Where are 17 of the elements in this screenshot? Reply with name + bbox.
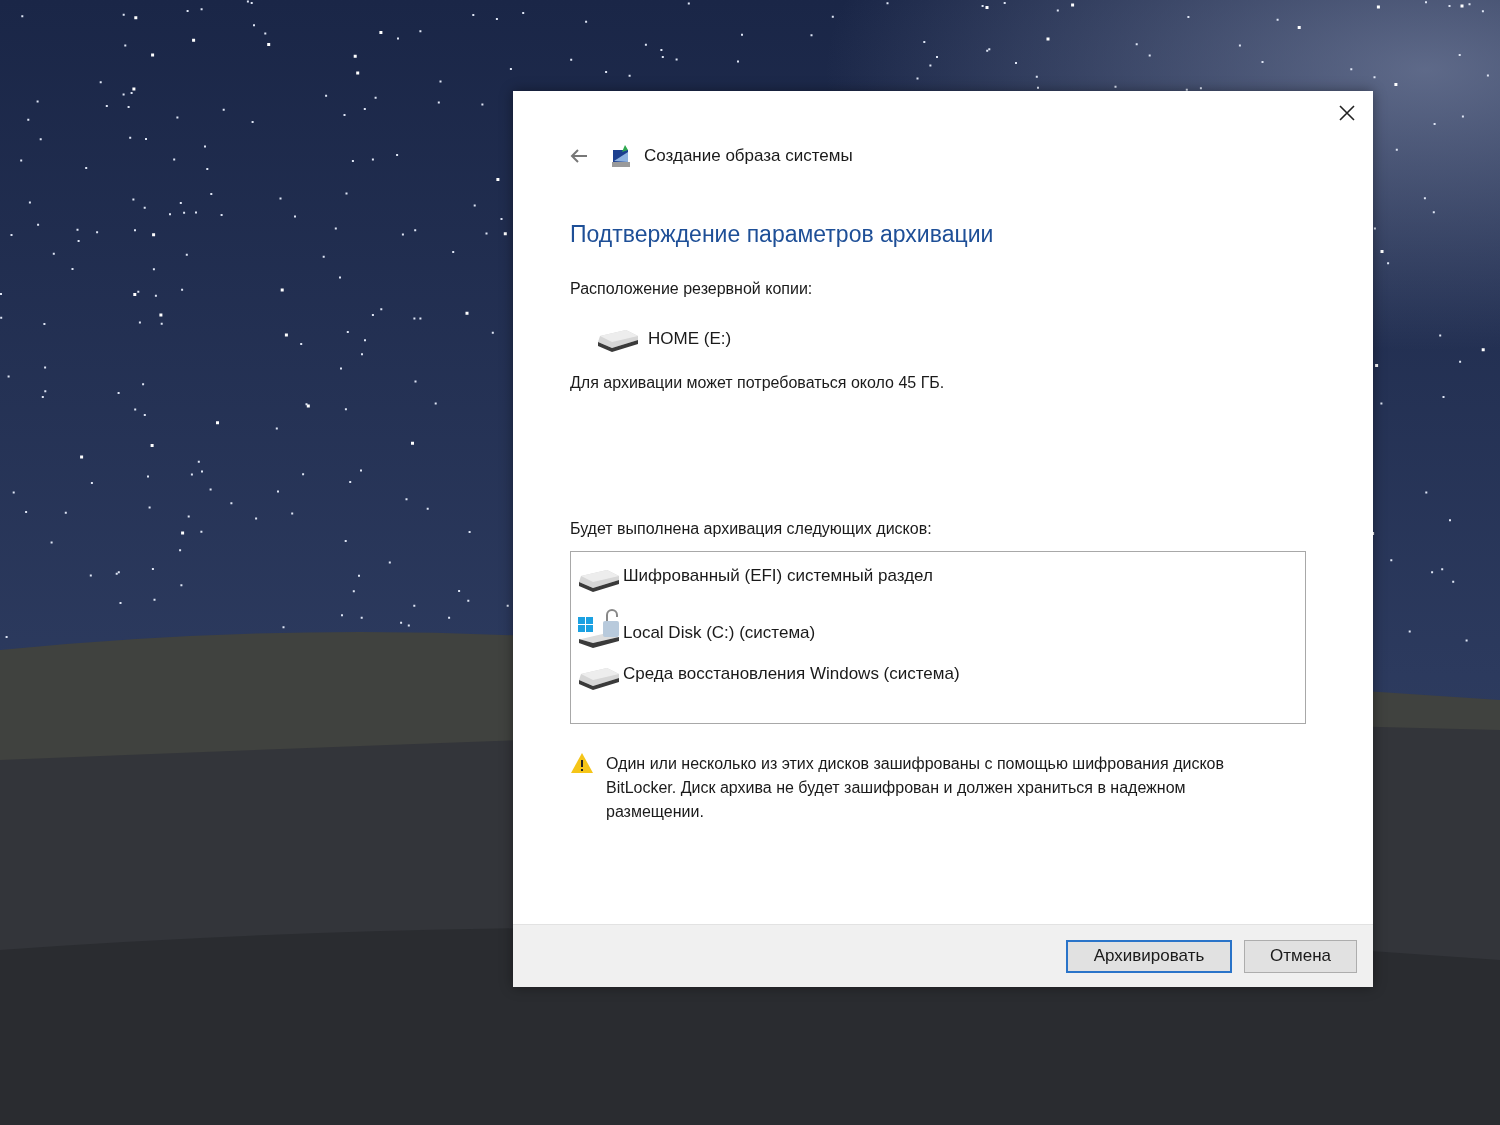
computer-icon [610, 144, 632, 168]
back-arrow-icon[interactable] [570, 149, 588, 163]
disks-label: Будет выполнена архивация следующих дисков: [570, 520, 933, 538]
location-drive: HOME (E:) [648, 329, 732, 349]
cancel-button[interactable]: Отмена [1244, 939, 1357, 973]
window-title: Создание образа системы [644, 146, 853, 166]
size-note: Для архивации может потребоваться около 45 ГБ. [570, 374, 946, 392]
locked-system-drive-icon [577, 607, 621, 649]
disk-name: Local Disk (C:) (система) [623, 623, 816, 643]
close-icon[interactable] [1337, 103, 1357, 123]
disk-name: Среда восстановления Windows (система) [623, 664, 960, 684]
location-label: Расположение резервной копии: [570, 280, 814, 298]
warning-message: Один или несколько из этих дисков зашифрованы с помощью шифрования дисков BitLocker. Диск архива не будет зашифрован и должен храниться в надежном размещении. [606, 754, 1225, 822]
page-heading: Подтверждение параметров архивации [570, 221, 995, 248]
warning-icon [570, 752, 594, 774]
disk-name: Шифрованный (EFI) системный раздел [623, 566, 933, 586]
archive-button[interactable]: Архивировать [1066, 939, 1232, 973]
